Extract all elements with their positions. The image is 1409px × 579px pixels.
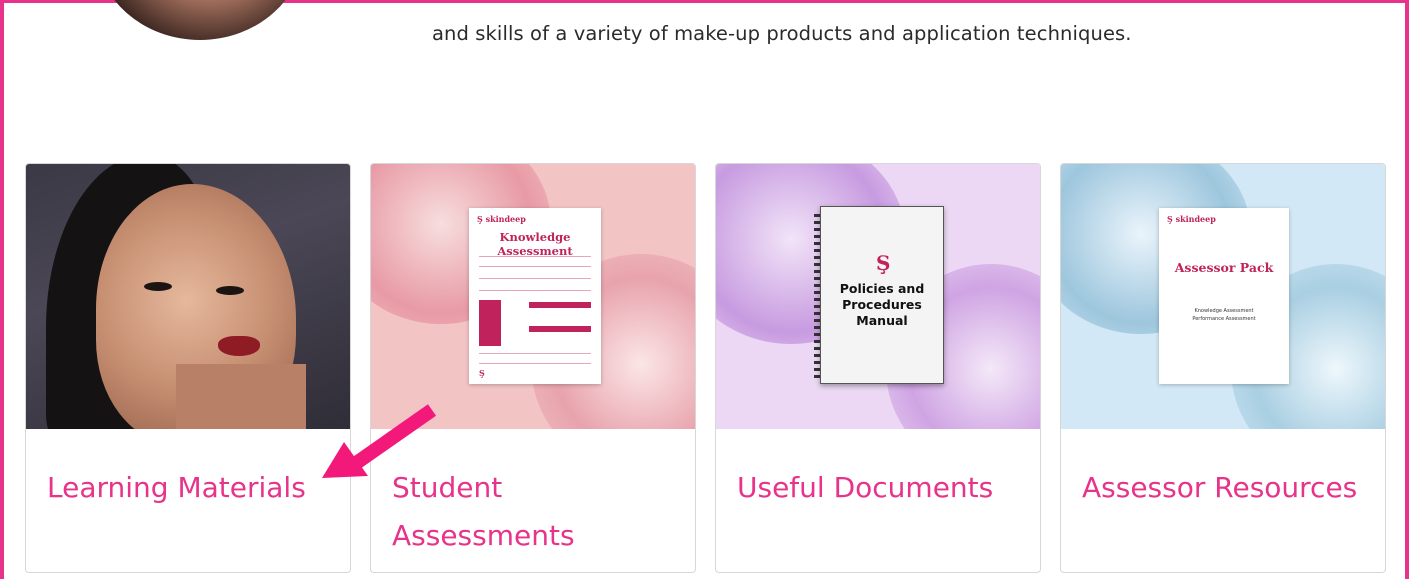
card-title-learning-materials[interactable]: Learning Materials bbox=[47, 464, 337, 512]
useful-documents-image: Ş Policies and Procedures Manual bbox=[716, 164, 1040, 429]
card-title-assessor-resources[interactable]: Assessor Resources bbox=[1082, 464, 1372, 512]
assessor-resources-image: Ş skindeep Assessor Pack Knowledge Asses… bbox=[1061, 164, 1385, 429]
doc-title-assessor-pack: Assessor Pack bbox=[1174, 260, 1274, 275]
learning-materials-image bbox=[26, 164, 350, 429]
skindeep-logo: Ş skindeep bbox=[477, 214, 526, 224]
card-assessor-resources[interactable]: Ş skindeep Assessor Pack Knowledge Asses… bbox=[1060, 163, 1386, 573]
manual-title: Policies and Procedures Manual bbox=[839, 281, 925, 328]
policies-manual-cover: Ş Policies and Procedures Manual bbox=[820, 206, 944, 384]
card-learning-materials[interactable]: Learning Materials bbox=[25, 163, 351, 573]
pointer-arrow-icon bbox=[322, 404, 437, 478]
doc-line-knowledge: Knowledge Assessment bbox=[1194, 308, 1254, 314]
course-description-text: and skills of a variety of make-up produ… bbox=[432, 22, 1132, 45]
doc-line-performance: Performance Assessment bbox=[1192, 316, 1256, 322]
manual-logo: Ş bbox=[876, 251, 891, 275]
doc-title-knowledge-assessment: Knowledge Assessment bbox=[497, 230, 573, 258]
student-assessments-image: Ş skindeep Knowledge Assessment Ş bbox=[371, 164, 695, 429]
card-title-useful-documents[interactable]: Useful Documents bbox=[737, 464, 1027, 512]
card-useful-documents[interactable]: Ş Policies and Procedures Manual Useful … bbox=[715, 163, 1041, 573]
course-description: and skills of a variety of make-up produ… bbox=[432, 22, 1409, 45]
card-student-assessments[interactable]: Ş skindeep Knowledge Assessment Ş Studen… bbox=[370, 163, 696, 573]
skindeep-logo-assessor: Ş skindeep bbox=[1167, 214, 1216, 224]
